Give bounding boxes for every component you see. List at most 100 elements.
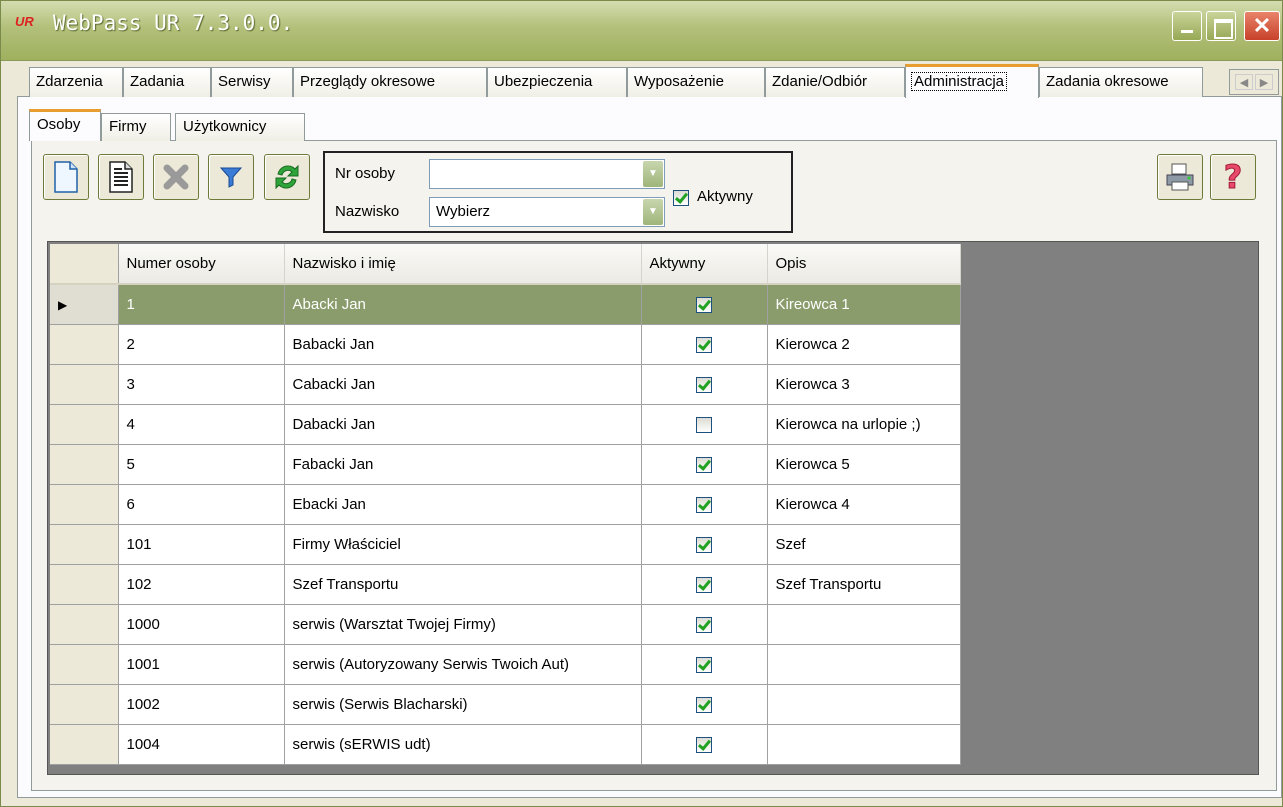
close-button[interactable]: ✕ — [1244, 11, 1280, 41]
column-header-aktywny[interactable]: Aktywny — [641, 244, 768, 285]
table-row[interactable]: 1000 serwis (Warsztat Twojej Firmy) — [50, 604, 961, 645]
cell-aktywny[interactable] — [641, 324, 768, 365]
row-header[interactable] — [50, 604, 119, 645]
cell-nazwisko[interactable]: Fabacki Jan — [284, 444, 642, 485]
chevron-down-icon[interactable]: ▼ — [643, 199, 663, 225]
row-header[interactable] — [50, 684, 119, 725]
column-header-opis[interactable]: Opis — [767, 244, 961, 285]
cell-numer-osoby[interactable]: 1004 — [118, 724, 285, 765]
cell-numer-osoby[interactable]: 101 — [118, 524, 285, 565]
cell-opis[interactable]: Kierowca na urlopie ;) — [767, 404, 961, 445]
table-row[interactable]: 101 Firmy Właściciel Szef — [50, 524, 961, 565]
cell-nazwisko[interactable]: Babacki Jan — [284, 324, 642, 365]
delete-button[interactable] — [153, 154, 199, 200]
cell-nazwisko[interactable]: Cabacki Jan — [284, 364, 642, 405]
row-header[interactable] — [50, 524, 119, 565]
refresh-button[interactable] — [264, 154, 310, 200]
aktywny-row-checkbox[interactable] — [696, 296, 712, 313]
aktywny-row-checkbox[interactable] — [696, 656, 712, 673]
row-header[interactable] — [50, 644, 119, 685]
table-row[interactable]: 6 Ebacki Jan Kierowca 4 — [50, 484, 961, 525]
cell-nazwisko[interactable]: serwis (Serwis Blacharski) — [284, 684, 642, 725]
scroll-right-icon[interactable]: ▶ — [1255, 74, 1273, 90]
table-row[interactable]: 1004 serwis (sERWIS udt) — [50, 724, 961, 765]
tab-uzytkownicy[interactable]: Użytkownicy — [175, 113, 305, 141]
cell-opis[interactable] — [767, 604, 961, 645]
cell-aktywny[interactable] — [641, 404, 768, 445]
cell-nazwisko[interactable]: serwis (sERWIS udt) — [284, 724, 642, 765]
cell-nazwisko[interactable]: Szef Transportu — [284, 564, 642, 605]
cell-aktywny[interactable] — [641, 484, 768, 525]
aktywny-row-checkbox[interactable] — [696, 736, 712, 753]
nazwisko-combo[interactable]: Wybierz ▼ — [429, 197, 665, 227]
cell-nazwisko[interactable]: Firmy Właściciel — [284, 524, 642, 565]
cell-opis[interactable]: Kierowca 3 — [767, 364, 961, 405]
table-row[interactable]: 1001 serwis (Autoryzowany Serwis Twoich A… — [50, 644, 961, 685]
cell-numer-osoby[interactable]: 1001 — [118, 644, 285, 685]
cell-numer-osoby[interactable]: 102 — [118, 564, 285, 605]
column-header-numer-osoby[interactable]: Numer osoby — [118, 244, 285, 285]
cell-opis[interactable]: Szef — [767, 524, 961, 565]
aktywny-row-checkbox[interactable] — [696, 536, 712, 553]
cell-aktywny[interactable] — [641, 444, 768, 485]
scroll-left-icon[interactable]: ◀ — [1235, 74, 1253, 90]
aktywny-checkbox[interactable] — [673, 190, 689, 206]
row-header[interactable] — [50, 564, 119, 605]
cell-nazwisko[interactable]: serwis (Autoryzowany Serwis Twoich Aut) — [284, 644, 642, 685]
new-button[interactable] — [43, 154, 89, 200]
table-row[interactable]: 4 Dabacki Jan Kierowca na urlopie ;) — [50, 404, 961, 445]
persons-grid[interactable]: Numer osoby Nazwisko i imię Aktywny Opis… — [47, 241, 1259, 775]
cell-numer-osoby[interactable]: 1 — [118, 284, 285, 325]
cell-opis[interactable] — [767, 644, 961, 685]
cell-aktywny[interactable] — [641, 564, 768, 605]
nr-osoby-combo[interactable]: ▼ — [429, 159, 665, 189]
table-row[interactable]: 2 Babacki Jan Kierowca 2 — [50, 324, 961, 365]
cell-opis[interactable] — [767, 684, 961, 725]
aktywny-row-checkbox[interactable] — [696, 416, 712, 433]
cell-aktywny[interactable] — [641, 364, 768, 405]
cell-opis[interactable]: Kierowca 4 — [767, 484, 961, 525]
row-header[interactable] — [50, 404, 119, 445]
tab-zadania-okresowe[interactable]: Zadania okresowe — [1039, 67, 1203, 97]
column-header-nazwisko[interactable]: Nazwisko i imię — [284, 244, 642, 285]
aktywny-row-checkbox[interactable] — [696, 496, 712, 513]
cell-nazwisko[interactable]: Abacki Jan — [284, 284, 642, 325]
table-row[interactable]: 1002 serwis (Serwis Blacharski) — [50, 684, 961, 725]
tab-osoby[interactable]: Osoby — [29, 109, 101, 141]
table-row[interactable]: 3 Cabacki Jan Kierowca 3 — [50, 364, 961, 405]
row-header[interactable] — [50, 484, 119, 525]
cell-opis[interactable]: Szef Transportu — [767, 564, 961, 605]
tab-serwisy[interactable]: Serwisy — [211, 67, 293, 97]
cell-numer-osoby[interactable]: 6 — [118, 484, 285, 525]
aktywny-row-checkbox[interactable] — [696, 336, 712, 353]
cell-aktywny[interactable] — [641, 604, 768, 645]
cell-numer-osoby[interactable]: 1002 — [118, 684, 285, 725]
row-header[interactable] — [50, 444, 119, 485]
cell-aktywny[interactable] — [641, 524, 768, 565]
row-header[interactable] — [50, 364, 119, 405]
cell-opis[interactable]: Kireowca 1 — [767, 284, 961, 325]
chevron-down-icon[interactable]: ▼ — [643, 161, 663, 187]
cell-numer-osoby[interactable]: 2 — [118, 324, 285, 365]
print-button[interactable] — [1157, 154, 1203, 200]
aktywny-row-checkbox[interactable] — [696, 696, 712, 713]
cell-aktywny[interactable] — [641, 684, 768, 725]
tab-zdarzenia[interactable]: Zdarzenia — [29, 67, 123, 97]
row-header[interactable]: ▶ — [50, 284, 119, 325]
row-header[interactable] — [50, 724, 119, 765]
table-row[interactable]: 5 Fabacki Jan Kierowca 5 — [50, 444, 961, 485]
cell-opis[interactable]: Kierowca 2 — [767, 324, 961, 365]
aktywny-row-checkbox[interactable] — [696, 376, 712, 393]
cell-aktywny[interactable] — [641, 644, 768, 685]
aktywny-row-checkbox[interactable] — [696, 456, 712, 473]
tab-zadania[interactable]: Zadania — [123, 67, 211, 97]
cell-opis[interactable] — [767, 724, 961, 765]
cell-opis[interactable]: Kierowca 5 — [767, 444, 961, 485]
help-button[interactable]: ? — [1210, 154, 1256, 200]
cell-numer-osoby[interactable]: 3 — [118, 364, 285, 405]
row-header[interactable] — [50, 324, 119, 365]
table-row[interactable]: ▶ 1 Abacki Jan Kireowca 1 — [50, 284, 961, 325]
title-bar[interactable]: UR WebPass UR 7.3.0.0. ✕ — [1, 1, 1282, 61]
aktywny-row-checkbox[interactable] — [696, 576, 712, 593]
cell-nazwisko[interactable]: serwis (Warsztat Twojej Firmy) — [284, 604, 642, 645]
